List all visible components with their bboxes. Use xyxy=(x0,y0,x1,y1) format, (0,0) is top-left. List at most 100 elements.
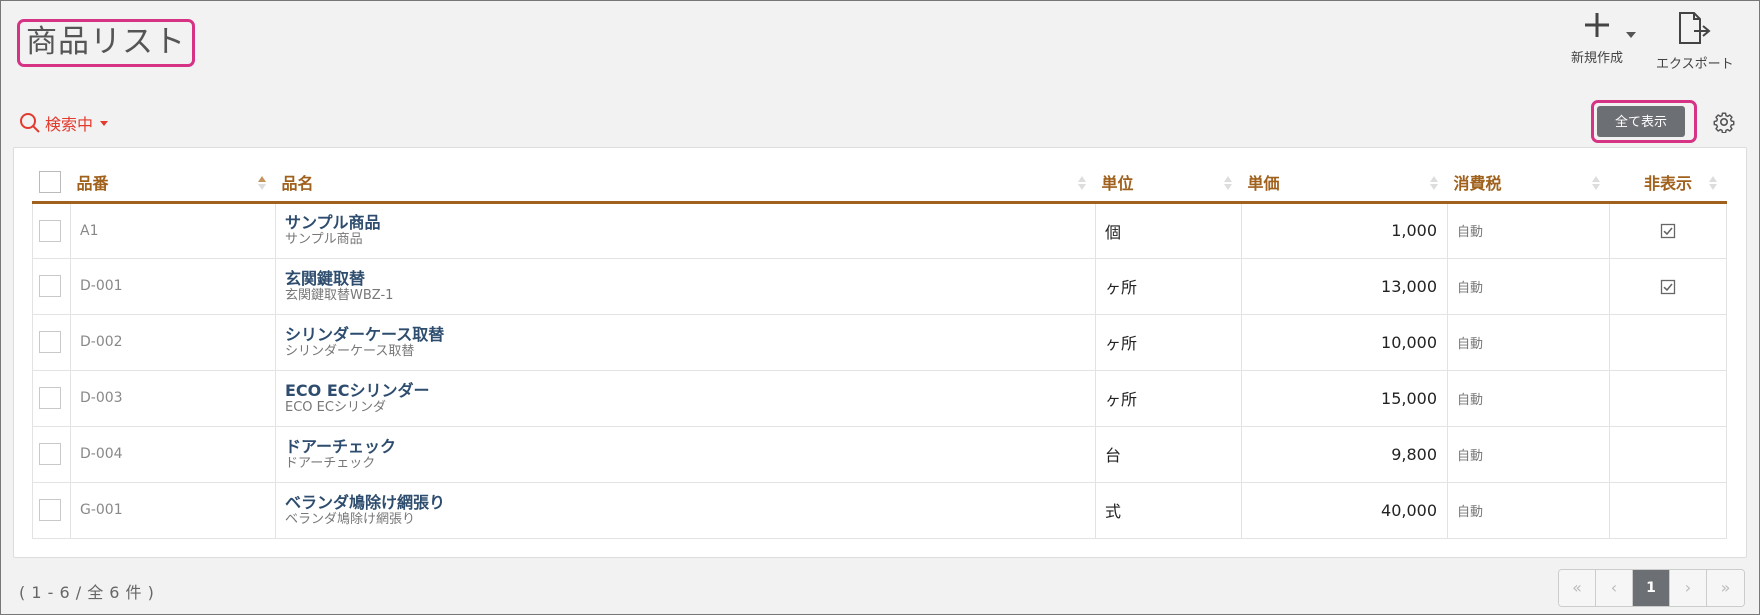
table-row[interactable]: A1 サンプル商品 サンプル商品 個 1,000 自動 xyxy=(32,201,1727,259)
table-row[interactable]: G-001 ベランダ鳩除け網張り ベランダ鳩除け網張り 式 40,000 自動 xyxy=(32,481,1727,539)
select-all-cell xyxy=(32,164,71,204)
product-code: A1 xyxy=(70,201,276,259)
row-select-cell xyxy=(32,201,71,259)
plus-icon xyxy=(1585,13,1609,37)
product-name-cell[interactable]: サンプル商品 サンプル商品 xyxy=(275,201,1096,259)
sort-icon xyxy=(1591,176,1600,192)
row-select-cell xyxy=(32,257,71,315)
column-header-unit-label: 単位 xyxy=(1101,174,1134,194)
product-name-link[interactable]: 玄関鍵取替 xyxy=(285,269,1095,288)
product-subname: 玄関鍵取替WBZ-1 xyxy=(285,287,394,303)
product-unit: 個 xyxy=(1095,201,1242,259)
show-all-highlight: 全て表示 xyxy=(1591,100,1697,143)
column-header-hidden[interactable]: 非表示 xyxy=(1609,164,1727,204)
product-price: 13,000 xyxy=(1241,257,1448,315)
product-unit: 台 xyxy=(1095,425,1242,483)
product-hidden-cell xyxy=(1609,425,1727,483)
table-row[interactable]: D-004 ドアーチェック ドアーチェック 台 9,800 自動 xyxy=(32,425,1727,483)
column-header-name[interactable]: 品名 xyxy=(275,164,1096,204)
product-subname: ドアーチェック xyxy=(285,455,376,471)
column-header-hidden-label: 非表示 xyxy=(1643,174,1692,194)
column-header-name-label: 品名 xyxy=(281,174,314,194)
product-subname: ベランダ鳩除け網張り xyxy=(285,511,416,527)
column-header-tax-label: 消費税 xyxy=(1453,174,1502,194)
product-unit: ヶ所 xyxy=(1095,257,1242,315)
product-name-link[interactable]: ドアーチェック xyxy=(285,437,1095,456)
product-name-cell[interactable]: 玄関鍵取替 玄関鍵取替WBZ-1 xyxy=(275,257,1096,315)
column-header-unit[interactable]: 単位 xyxy=(1095,164,1242,204)
export-button[interactable]: エクスポート xyxy=(1656,11,1734,72)
row-checkbox[interactable] xyxy=(39,443,61,465)
product-code: D-001 xyxy=(70,257,276,315)
product-tax: 自動 xyxy=(1447,201,1610,259)
page-button-current[interactable]: 1 xyxy=(1633,570,1670,606)
record-count: ( 1 - 6 / 全 6 件 ) xyxy=(19,583,155,602)
product-name-cell[interactable]: シリンダーケース取替 シリンダーケース取替 xyxy=(275,313,1096,371)
table-row[interactable]: D-002 シリンダーケース取替 シリンダーケース取替 ヶ所 10,000 自動 xyxy=(32,313,1727,371)
show-all-button[interactable]: 全て表示 xyxy=(1597,106,1685,137)
column-header-price[interactable]: 単価 xyxy=(1241,164,1448,204)
checked-icon xyxy=(1660,279,1676,294)
row-select-cell xyxy=(32,425,71,483)
product-name-link[interactable]: シリンダーケース取替 xyxy=(285,325,1095,344)
product-price: 1,000 xyxy=(1241,201,1448,259)
next-page-button[interactable]: › xyxy=(1670,570,1707,606)
product-tax: 自動 xyxy=(1447,313,1610,371)
gear-icon[interactable] xyxy=(1713,111,1735,133)
product-unit: 式 xyxy=(1095,481,1242,539)
product-price: 40,000 xyxy=(1241,481,1448,539)
product-code: G-001 xyxy=(70,481,276,539)
product-hidden-cell xyxy=(1609,313,1727,371)
product-name-link[interactable]: ECO ECシリンダー xyxy=(285,381,1095,400)
product-table: 品番 品名 単位 単価 消費税 非表示 A1 サンプル商品 サンプル商品 個 1… xyxy=(32,164,1727,539)
product-table-panel: 品番 品名 単位 単価 消費税 非表示 A1 サンプル商品 サンプル商品 個 1… xyxy=(13,147,1747,558)
product-tax: 自動 xyxy=(1447,481,1610,539)
search-toggle[interactable]: 検索中 xyxy=(19,111,109,135)
new-dropdown-caret-icon[interactable] xyxy=(1626,32,1636,38)
sort-icon xyxy=(1429,176,1438,192)
product-name-link[interactable]: ベランダ鳩除け網張り xyxy=(285,493,1095,512)
last-page-button[interactable]: » xyxy=(1707,570,1744,606)
column-header-code[interactable]: 品番 xyxy=(70,164,276,204)
row-checkbox[interactable] xyxy=(39,275,61,297)
product-name-cell[interactable]: ECO ECシリンダー ECO ECシリンダ xyxy=(275,369,1096,427)
product-hidden-cell xyxy=(1609,369,1727,427)
sort-asc-icon xyxy=(257,176,266,192)
first-page-button[interactable]: « xyxy=(1559,570,1596,606)
product-name-link[interactable]: サンプル商品 xyxy=(285,213,1095,232)
checked-icon xyxy=(1660,223,1676,239)
column-header-code-label: 品番 xyxy=(76,174,109,194)
product-subname: サンプル商品 xyxy=(285,232,363,247)
column-header-tax[interactable]: 消費税 xyxy=(1447,164,1610,204)
search-label: 検索中 xyxy=(45,115,94,134)
product-price: 9,800 xyxy=(1241,425,1448,483)
sort-icon xyxy=(1708,176,1717,192)
caret-down-icon xyxy=(100,120,109,126)
product-subname: ECO ECシリンダ xyxy=(285,399,386,415)
product-subname: シリンダーケース取替 xyxy=(285,343,415,359)
product-name-cell[interactable]: ドアーチェック ドアーチェック xyxy=(275,425,1096,483)
select-all-checkbox[interactable] xyxy=(38,171,61,194)
row-checkbox[interactable] xyxy=(39,499,61,521)
product-tax: 自動 xyxy=(1447,369,1610,427)
row-checkbox[interactable] xyxy=(39,331,61,353)
row-checkbox[interactable] xyxy=(39,387,61,409)
pagination: « ‹ 1 › » xyxy=(1558,569,1745,607)
new-button-label: 新規作成 xyxy=(1570,51,1623,66)
product-hidden-cell xyxy=(1609,201,1727,259)
prev-page-button[interactable]: ‹ xyxy=(1596,570,1633,606)
table-row[interactable]: D-001 玄関鍵取替 玄関鍵取替WBZ-1 ヶ所 13,000 自動 xyxy=(32,257,1727,315)
product-tax: 自動 xyxy=(1447,257,1610,315)
row-select-cell xyxy=(32,369,71,427)
new-button[interactable]: 新規作成 xyxy=(1561,11,1633,66)
product-code: D-004 xyxy=(70,425,276,483)
product-unit: ヶ所 xyxy=(1095,369,1242,427)
row-checkbox[interactable] xyxy=(39,219,61,242)
sort-icon xyxy=(1077,176,1086,192)
product-hidden-cell xyxy=(1609,257,1727,315)
product-name-cell[interactable]: ベランダ鳩除け網張り ベランダ鳩除け網張り xyxy=(275,481,1096,539)
page-title: 商品リスト xyxy=(17,19,195,67)
table-row[interactable]: D-003 ECO ECシリンダー ECO ECシリンダ ヶ所 15,000 自… xyxy=(32,369,1727,427)
table-header-row: 品番 品名 単位 単価 消費税 非表示 xyxy=(32,164,1727,204)
product-code: D-003 xyxy=(70,369,276,427)
